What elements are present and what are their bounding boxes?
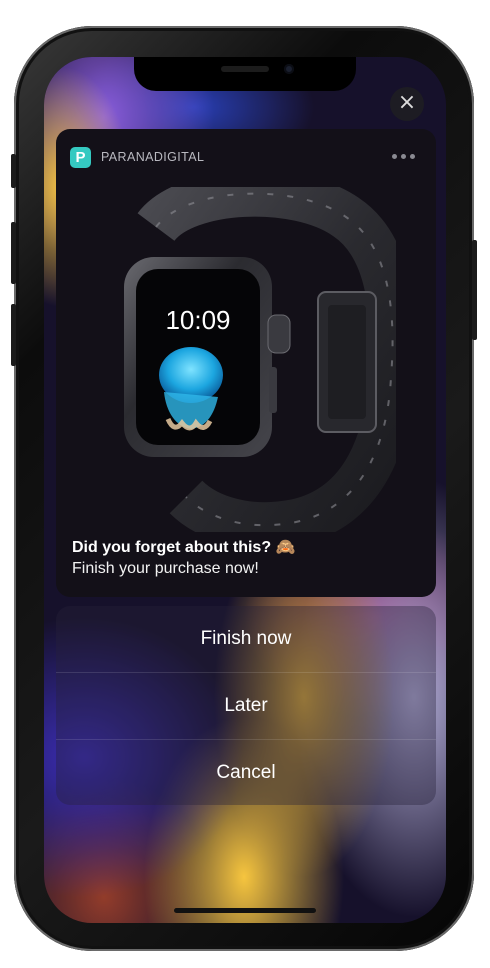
notification-card[interactable]: P PARANADIGITAL 10:09 Did you forget abo… bbox=[56, 129, 436, 597]
phone-screen: × P PARANADIGITAL 10:09 Did you forget a… bbox=[44, 57, 446, 923]
app-icon: P bbox=[70, 146, 91, 168]
close-button[interactable]: × bbox=[390, 87, 424, 121]
watch-time: 10:09 bbox=[165, 305, 230, 335]
later-button[interactable]: Later bbox=[56, 673, 436, 740]
home-indicator[interactable] bbox=[174, 908, 316, 913]
app-name: PARANADIGITAL bbox=[101, 150, 205, 164]
app-header: P PARANADIGITAL bbox=[70, 146, 204, 168]
more-options-icon[interactable] bbox=[392, 149, 420, 163]
notification-body: Finish your purchase now! bbox=[72, 560, 259, 577]
product-image: 10:09 bbox=[124, 187, 396, 532]
power-button bbox=[472, 240, 477, 340]
notch bbox=[134, 57, 356, 91]
notification-title: Did you forget about this? 🙈 bbox=[72, 539, 296, 556]
front-camera bbox=[284, 64, 294, 74]
volume-down-button bbox=[11, 304, 16, 366]
notification-actions: Finish now Later Cancel bbox=[56, 606, 436, 805]
cancel-button[interactable]: Cancel bbox=[56, 740, 436, 805]
speaker bbox=[221, 66, 269, 72]
volume-up-button bbox=[11, 222, 16, 284]
finish-now-button[interactable]: Finish now bbox=[56, 606, 436, 673]
mute-switch bbox=[11, 154, 16, 188]
close-icon: × bbox=[397, 90, 417, 115]
